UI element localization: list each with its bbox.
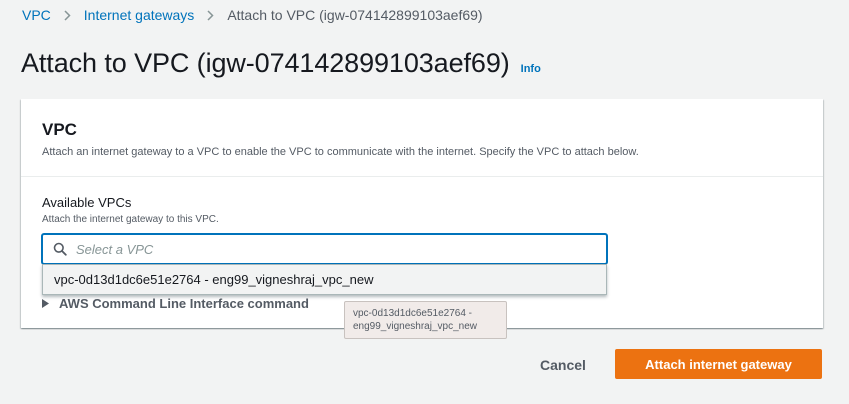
tooltip-line-1: vpc-0d13d1dc6e51e2764 - — [353, 308, 472, 319]
breadcrumb: VPC Internet gateways Attach to VPC (igw… — [22, 7, 483, 23]
page-header: Attach to VPC (igw-074142899103aef69) In… — [21, 48, 541, 79]
tooltip-line-2: eng99_vigneshraj_vpc_new — [353, 321, 477, 332]
cli-command-expander[interactable]: AWS Command Line Interface command — [42, 296, 309, 311]
page-title: Attach to VPC (igw-074142899103aef69) — [21, 48, 510, 78]
cancel-button[interactable]: Cancel — [528, 351, 598, 379]
vpc-dropdown: vpc-0d13d1dc6e51e2764 - eng99_vigneshraj… — [42, 264, 607, 295]
breadcrumb-current: Attach to VPC (igw-074142899103aef69) — [227, 7, 483, 23]
breadcrumb-internet-gateways[interactable]: Internet gateways — [84, 7, 195, 23]
cli-command-label: AWS Command Line Interface command — [59, 296, 309, 311]
panel-title: VPC — [42, 120, 77, 139]
available-vpcs-description: Attach the internet gateway to this VPC. — [42, 214, 219, 225]
attach-internet-gateway-button[interactable]: Attach internet gateway — [615, 349, 822, 379]
info-link[interactable]: Info — [521, 63, 541, 75]
vpc-select-input[interactable]: Select a VPC — [42, 234, 607, 264]
panel-description: Attach an internet gateway to a VPC to e… — [42, 146, 639, 158]
option-tooltip: vpc-0d13d1dc6e51e2764 - eng99_vigneshraj… — [344, 301, 507, 339]
dropdown-option[interactable]: vpc-0d13d1dc6e51e2764 - eng99_vigneshraj… — [43, 264, 606, 294]
chevron-right-icon — [64, 9, 71, 21]
panel-header: VPC Attach an internet gateway to a VPC … — [21, 99, 823, 177]
breadcrumb-vpc[interactable]: VPC — [22, 7, 51, 23]
search-icon — [53, 242, 67, 256]
chevron-right-icon — [207, 9, 214, 21]
caret-right-icon — [42, 299, 49, 308]
available-vpcs-label: Available VPCs — [42, 195, 132, 210]
vpc-select-placeholder: Select a VPC — [76, 241, 154, 257]
